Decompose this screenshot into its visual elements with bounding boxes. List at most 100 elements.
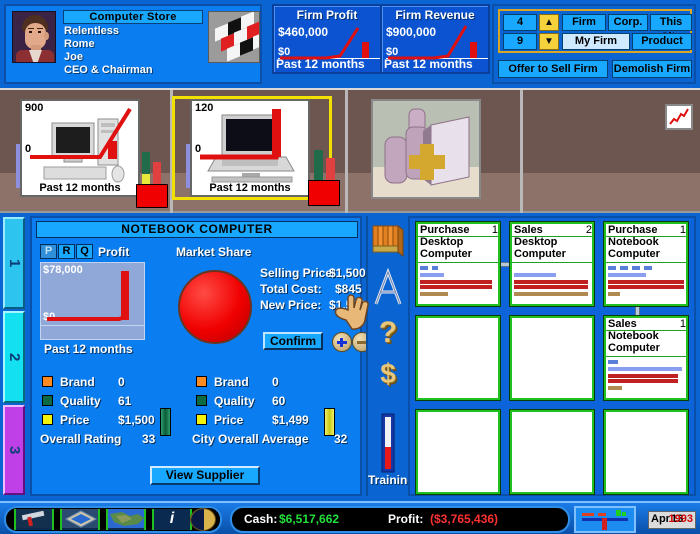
prq-button-q[interactable]: Q <box>76 244 93 259</box>
map-grid-icon[interactable] <box>60 509 100 530</box>
notebook-footer: Past 12 months <box>209 182 291 194</box>
firm-line-2: Rome <box>64 38 95 50</box>
grid-cell-empty-8[interactable] <box>509 409 595 495</box>
market-share-pie <box>178 270 252 344</box>
grid-cell-sales-2[interactable]: 2 Sales Desktop Computer <box>509 221 595 307</box>
build-tool-icon[interactable] <box>14 509 54 530</box>
firm-button[interactable]: Firm <box>562 14 606 31</box>
profit-value: ($3,765,436) <box>430 512 499 526</box>
cell-line2: Desktop <box>420 236 464 248</box>
decrease-arrow-button[interactable]: ▼ <box>539 33 559 50</box>
product-button[interactable]: Product <box>632 33 692 50</box>
cell-bar <box>420 280 492 284</box>
grid-cell-purchase-1[interactable]: 1 Purchase Desktop Computer <box>415 221 501 307</box>
cell-bar <box>608 360 618 364</box>
grid-cell-purchase-3[interactable]: 1 Purchase Notebook Computer <box>603 221 689 307</box>
cell-line3: Computer <box>420 248 472 260</box>
cell-line2: Desktop <box>514 236 558 248</box>
display-artwork <box>373 101 479 197</box>
demolish-firm-button[interactable]: Demolish Firm <box>612 60 692 78</box>
bottles-and-cross-display[interactable] <box>371 99 481 199</box>
firm-info-card[interactable]: Computer Store Relentless Rome Joe CEO &… <box>4 4 262 84</box>
panel-title: NOTEBOOK COMPUTER <box>36 221 358 238</box>
firm-line-1: Relentless <box>64 25 120 37</box>
total-cost-value: $845 <box>335 282 362 296</box>
selling-price-value: $1,500 <box>329 266 366 280</box>
prq-button-r[interactable]: R <box>58 244 75 259</box>
grid-cell-empty-7[interactable] <box>415 409 501 495</box>
finance-icon[interactable]: $ <box>368 358 408 390</box>
view-supplier-button[interactable]: View Supplier <box>150 466 260 485</box>
prq-button-p[interactable]: P <box>40 244 57 259</box>
quality-value-mine: 61 <box>118 394 132 408</box>
clock-icon[interactable] <box>190 508 216 531</box>
cell-bar <box>420 285 492 289</box>
corp-button[interactable]: Corp. <box>608 14 648 31</box>
cell-bar <box>644 266 652 270</box>
books-icon[interactable] <box>368 222 408 261</box>
advertising-icon[interactable] <box>368 266 408 311</box>
this-city-button[interactable]: This City <box>650 14 692 43</box>
brand-swatch-mine <box>42 376 53 387</box>
cell-bar <box>608 280 684 284</box>
cell-bar <box>632 266 640 270</box>
total-cost-label: Total Cost: <box>260 282 322 296</box>
training-thermometer-icon[interactable] <box>368 412 408 477</box>
grid-cell-empty-5[interactable] <box>509 315 595 401</box>
desktop-computer-card[interactable]: 900 0 Past 12 months <box>20 99 140 197</box>
new-price-value: $1,500 <box>329 298 366 312</box>
cell-bar <box>608 379 678 383</box>
product-profit-chart: $78,000 $0 <box>40 262 145 340</box>
firm-revenue-chart[interactable]: Firm Revenue $900,000 $0 Past 12 months <box>380 4 490 74</box>
confirm-button[interactable]: Confirm <box>263 332 323 350</box>
offer-to-sell-firm-button[interactable]: Offer to Sell Firm <box>498 60 608 78</box>
grid-cell-empty-4[interactable] <box>415 315 501 401</box>
quality-swatch-mine <box>42 395 53 406</box>
cell-line3: Computer <box>608 248 660 260</box>
quality-swatch-city <box>196 395 207 406</box>
cell-bars <box>514 266 592 302</box>
cell-bar <box>514 280 588 284</box>
cash-label: Cash: <box>244 512 278 526</box>
speed-control-icon[interactable] <box>574 506 636 533</box>
increase-price-button[interactable] <box>332 332 352 352</box>
help-icon[interactable]: ? <box>368 316 408 350</box>
cell-header: 1 Purchase <box>420 224 498 236</box>
panel-tabs: 1 2 3 <box>3 217 25 495</box>
ceo-portrait <box>12 11 56 63</box>
cell-bar <box>514 292 588 296</box>
price-value-mine: $1,500 <box>118 413 155 427</box>
firm-profit-chart[interactable]: Firm Profit $460,000 $0 Past 12 months <box>272 4 382 74</box>
world-map-icon[interactable] <box>106 509 146 530</box>
info-icon[interactable]: i <box>152 509 192 530</box>
training-label: Training <box>368 473 415 487</box>
operations-grid: 1 Purchase Desktop Computer 2 Sales Desktop Com… <box>408 216 696 496</box>
grid-cell-sales-6[interactable]: 1 Sales Notebook Computer <box>603 315 689 401</box>
trend-chart-icon[interactable] <box>665 104 693 130</box>
increase-arrow-button[interactable]: ▲ <box>539 14 559 31</box>
rating-bar-mine <box>160 408 171 436</box>
profit-chart-plot <box>47 271 129 321</box>
cell-bar <box>514 273 556 277</box>
cell-line3: Computer <box>514 248 566 260</box>
brand-value-city: 0 <box>272 375 279 389</box>
my-firm-button[interactable]: My Firm <box>562 33 630 50</box>
notebook-computer-card[interactable]: 120 0 Past 12 months <box>190 99 310 197</box>
tab-2[interactable]: 2 <box>3 311 25 403</box>
date-display[interactable]: Apr 13 1993 <box>648 511 696 529</box>
cell-bar <box>432 266 438 270</box>
market-share-label: Market Share <box>176 245 252 259</box>
brand-label-mine: Brand <box>60 375 95 389</box>
cell-qty: 1 <box>679 224 686 236</box>
cell-bar <box>514 285 588 289</box>
product-detail-panel: NOTEBOOK COMPUTER P R Q Profit Market Sh… <box>30 216 372 496</box>
product-shelf: 900 0 Past 12 months 120 0 Past 12 month… <box>0 88 700 215</box>
grid-cell-empty-9[interactable] <box>603 409 689 495</box>
cell-bars <box>420 266 498 302</box>
tool-column: ? $ Training <box>366 216 415 496</box>
tab-1[interactable]: 1 <box>3 217 25 309</box>
firm-details: Relentless Rome Joe CEO & Chairman <box>64 25 153 77</box>
tab-3[interactable]: 3 <box>3 405 25 495</box>
firm-controls: 4 ▲ 9 ▼ Firm Corp. This City My Firm Pro… <box>492 4 696 84</box>
date-month: Apr <box>651 513 670 525</box>
